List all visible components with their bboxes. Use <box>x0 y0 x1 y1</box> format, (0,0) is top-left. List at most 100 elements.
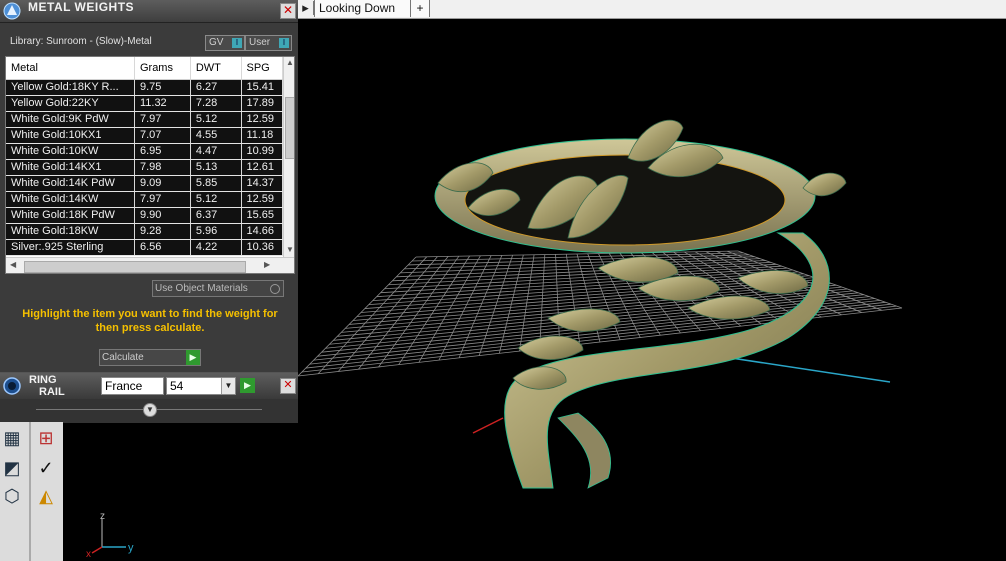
table-cell: 4.55 <box>190 127 242 144</box>
close-icon[interactable]: ✕ <box>280 378 296 394</box>
table-cell: 11.32 <box>134 95 191 112</box>
table-row[interactable]: Silver:.925 Sterling 6.56 4.22 10.36 <box>6 239 283 256</box>
metal-weights-titlebar[interactable]: METAL WEIGHTS ✕ <box>0 0 298 23</box>
column-header[interactable]: Metal <box>6 57 135 80</box>
scroll-right-icon[interactable]: ▶ <box>264 260 270 269</box>
table-row[interactable]: White Gold:10KW 6.95 4.47 10.99 <box>6 143 283 160</box>
align-icon[interactable]: ⊞ <box>34 426 58 450</box>
go-arrow-icon: ▶ <box>186 350 200 365</box>
scroll-up-icon[interactable]: ▲ <box>286 58 294 67</box>
table-cell: 10.99 <box>241 143 283 160</box>
table-cell: 10.36 <box>241 239 283 256</box>
table-cell: 5.12 <box>190 191 242 208</box>
table-cell: White Gold:14KX1 <box>6 159 135 176</box>
ring-scene <box>298 119 903 489</box>
grid-icon[interactable]: ▦ <box>0 426 24 450</box>
table-cell: 5.85 <box>190 175 242 192</box>
table-cell: Yellow Gold:22KY <box>6 95 135 112</box>
grid-line <box>384 265 782 290</box>
table-row[interactable]: White Gold:14K PdW 9.09 5.85 14.37 <box>6 175 283 192</box>
table-cell: White Gold:14KW <box>6 191 135 208</box>
column-header[interactable]: DWT <box>190 57 242 80</box>
table-cell: 7.28 <box>190 95 242 112</box>
app-logo-icon <box>3 2 21 20</box>
table-header-row: Metal Grams DWT SPG <box>6 57 283 80</box>
viewport-3d[interactable] <box>298 18 1006 561</box>
y-axis-label: y <box>128 542 134 554</box>
library-label: Library: Sunroom - (Slow)-Metal <box>10 36 152 47</box>
chevron-down-icon[interactable]: ▼ <box>221 378 235 394</box>
palette-divider <box>29 422 31 561</box>
column-header[interactable]: SPG <box>241 57 283 80</box>
table-row[interactable]: White Gold:10KX1 7.07 4.55 11.18 <box>6 127 283 144</box>
table-row[interactable]: White Gold:18K PdW 9.90 6.37 15.65 <box>6 207 283 224</box>
tab-menu-icon[interactable]: ▸ <box>298 1 314 15</box>
z-axis-label: z <box>100 511 105 522</box>
table-cell: 6.56 <box>134 239 191 256</box>
table-cell: 9.75 <box>134 79 191 96</box>
cube-icon[interactable]: ⬡ <box>0 484 24 508</box>
scroll-left-icon[interactable]: ◀ <box>10 260 16 269</box>
table-row[interactable]: White Gold:14KW 7.97 5.12 12.59 <box>6 191 283 208</box>
table-cell: 5.12 <box>190 111 242 128</box>
view-tab-strip: ▸ Looking Down + <box>298 0 1006 19</box>
scroll-thumb[interactable] <box>24 261 246 273</box>
table-cell: 9.09 <box>134 175 191 192</box>
table-cell: 7.97 <box>134 191 191 208</box>
x-axis-line <box>472 417 504 434</box>
table-cell: 7.07 <box>134 127 191 144</box>
table-cell: 12.59 <box>241 111 283 128</box>
user-toggle[interactable]: User I <box>245 35 292 51</box>
check-icon[interactable]: ✓ <box>34 456 58 480</box>
table-horizontal-scrollbar[interactable]: ◀ ▶ <box>6 257 294 273</box>
ring-size-select[interactable]: 54 ▼ <box>166 377 236 395</box>
table-cell: 14.37 <box>241 175 283 192</box>
toggle-knob-icon: I <box>232 38 242 48</box>
table-row[interactable]: Yellow Gold:22KY 11.32 7.28 17.89 <box>6 95 283 112</box>
table-cell: 5.13 <box>190 159 242 176</box>
ring-rail-title: RING RAIL <box>29 374 65 398</box>
table-cell: Yellow Gold:18KY R... <box>6 79 135 96</box>
copy-icon[interactable]: ◩ <box>0 456 24 480</box>
table-cell: White Gold:10KX1 <box>6 127 135 144</box>
table-cell: 6.27 <box>190 79 242 96</box>
go-arrow-icon[interactable]: ▶ <box>240 378 255 393</box>
tab-looking-down[interactable]: Looking Down <box>314 0 416 17</box>
table-vertical-scrollbar[interactable]: ▲ ▼ <box>283 57 294 257</box>
tab-label: Looking Down <box>319 1 396 15</box>
ring-rail-slider-handle[interactable]: ▼ <box>143 403 157 417</box>
use-object-materials-option[interactable]: Use Object Materials <box>152 280 284 297</box>
table-cell: 5.96 <box>190 223 242 240</box>
table-cell: 9.28 <box>134 223 191 240</box>
scroll-down-icon[interactable]: ▼ <box>286 245 294 254</box>
metal-weights-table: Metal Grams DWT SPG Yellow Gold:18KY R..… <box>5 56 295 274</box>
gv-toggle[interactable]: GV I <box>205 35 245 51</box>
table-cell: 17.89 <box>241 95 283 112</box>
table-cell: 4.47 <box>190 143 242 160</box>
table-row[interactable]: White Gold:9K PdW 7.97 5.12 12.59 <box>6 111 283 128</box>
table-row[interactable]: White Gold:18KW 9.28 5.96 14.66 <box>6 223 283 240</box>
add-tab-icon[interactable]: + <box>410 0 430 17</box>
column-header[interactable]: Grams <box>134 57 191 80</box>
metal-weights-panel: METAL WEIGHTS ✕ Library: Sunroom - (Slow… <box>0 0 298 372</box>
scroll-thumb[interactable] <box>285 97 294 159</box>
table-cell: 7.98 <box>134 159 191 176</box>
table-cell: White Gold:14K PdW <box>6 175 135 192</box>
instruction-text: Highlight the item you want to find the … <box>22 308 278 334</box>
ring-rail-bar: RING RAIL France 54 ▼ ▶ ✕ <box>0 373 298 399</box>
country-field[interactable]: France <box>101 377 164 395</box>
table-cell: White Gold:18KW <box>6 223 135 240</box>
table-cell: 4.22 <box>190 239 242 256</box>
table-row[interactable]: Yellow Gold:18KY R... 9.75 6.27 15.41 <box>6 79 283 96</box>
calculate-button[interactable]: Calculate ▶ <box>99 349 201 366</box>
table-cell: 11.18 <box>241 127 283 144</box>
table-row[interactable]: White Gold:14KX1 7.98 5.13 12.61 <box>6 159 283 176</box>
ring-rail-logo-icon <box>3 377 21 395</box>
table-cell: 6.37 <box>190 207 242 224</box>
toggle-knob-icon: I <box>279 38 289 48</box>
close-icon[interactable]: ✕ <box>280 3 296 19</box>
paint-icon[interactable]: ◭ <box>34 484 58 508</box>
table-cell: Silver:.925 Sterling <box>6 239 135 256</box>
table-cell: 15.41 <box>241 79 283 96</box>
grid-line <box>404 256 755 270</box>
